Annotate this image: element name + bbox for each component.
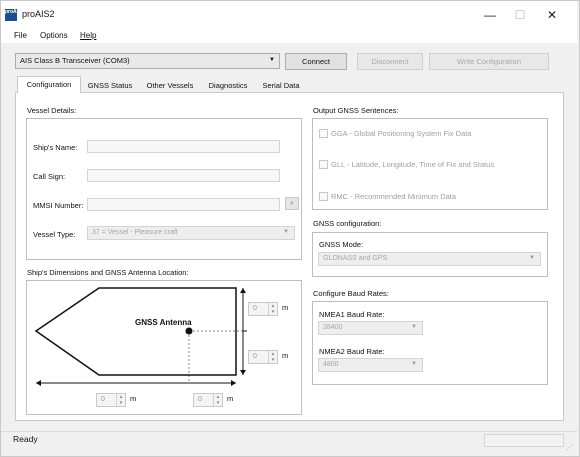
spinner-arrows-icon[interactable]: ▲ ▼ <box>116 394 125 406</box>
spinner-arrows-icon[interactable]: ▲ ▼ <box>268 303 277 315</box>
menu-file[interactable]: File <box>14 31 27 40</box>
baud-rates-title: Configure Baud Rates: <box>313 289 389 298</box>
dimension-bottom-left-spinner[interactable]: 0 ▲ ▼ <box>96 393 126 407</box>
chevron-down-icon: ▼ <box>529 255 535 261</box>
nmea1-baud-label: NMEA1 Baud Rate: <box>319 310 385 319</box>
chevron-down-icon: ▼ <box>269 57 275 63</box>
dimensions-title: Ship's Dimensions and GNSS Antenna Locat… <box>27 268 189 277</box>
maximize-button[interactable]: ☐ <box>505 5 535 25</box>
unit-label: m <box>282 351 289 360</box>
mmsi-number-label: MMSI Number: <box>33 201 84 210</box>
spinner-arrows-icon[interactable]: ▲ ▼ <box>213 394 222 406</box>
tab-other-vessels[interactable]: Other Vessels <box>140 78 200 92</box>
gnss-mode-value: GLONASS and GPS <box>323 255 388 262</box>
app-logo-icon: proAIS <box>5 9 21 21</box>
arrow-left-icon <box>36 380 41 386</box>
status-text: Ready <box>13 434 38 444</box>
output-gnss-title: Output GNSS Sentences: <box>313 106 399 115</box>
vessel-type-select[interactable]: 37 = Vessel - Pleasure craft ▼ <box>87 226 295 240</box>
spinner-value: 0 <box>253 353 257 360</box>
gnss-config-title: GNSS configuration: <box>313 219 382 228</box>
ship-outline-diagram <box>34 287 247 386</box>
call-sign-label: Call Sign: <box>33 172 66 181</box>
arrow-down-icon <box>240 370 246 375</box>
menu-options[interactable]: Options <box>40 31 68 40</box>
rmc-label: RMC - Recommended Minimum Data <box>331 192 457 201</box>
window-title: proAIS2 <box>22 9 55 19</box>
call-sign-input[interactable] <box>87 169 280 182</box>
mmsi-search-icon[interactable]: ⌕ <box>285 197 299 210</box>
connect-button[interactable]: Connect <box>285 53 347 70</box>
mmsi-number-input[interactable] <box>87 198 280 211</box>
vessel-type-value: 37 = Vessel - Pleasure craft <box>92 229 178 236</box>
nmea1-baud-select[interactable]: 38400 ▼ <box>318 321 423 335</box>
ship-hull-outline <box>34 287 237 376</box>
gnss-antenna-label: GNSS Antenna <box>135 318 192 327</box>
gnss-mode-select[interactable]: GLONASS and GPS ▼ <box>318 252 541 266</box>
device-select[interactable]: AIS Class B Transceiver (COM3) ▼ <box>15 53 280 69</box>
spinner-arrows-icon[interactable]: ▲ ▼ <box>268 351 277 363</box>
chevron-down-icon: ▼ <box>411 361 417 367</box>
tab-gnss-status[interactable]: GNSS Status <box>83 78 137 92</box>
nmea1-baud-value: 38400 <box>323 324 343 331</box>
disconnect-button[interactable]: Disconnect <box>357 53 423 70</box>
arrow-up-icon <box>240 288 246 293</box>
close-button[interactable]: ✕ <box>537 5 567 25</box>
gga-checkbox[interactable] <box>319 129 328 138</box>
dimension-top-right-spinner[interactable]: 0 ▲ ▼ <box>248 302 278 316</box>
chevron-down-icon: ▼ <box>411 324 417 330</box>
spinner-value: 0 <box>198 396 202 403</box>
gga-label: GGA - Global Positioning System Fix Data <box>331 129 472 138</box>
minimize-button[interactable]: — <box>475 5 505 25</box>
unit-label: m <box>130 394 137 403</box>
dimension-middle-right-spinner[interactable]: 0 ▲ ▼ <box>248 350 278 364</box>
ships-name-label: Ship's Name: <box>33 143 78 152</box>
tab-diagnostics[interactable]: Diagnostics <box>203 78 253 92</box>
tab-configuration[interactable]: Configuration <box>17 76 81 93</box>
nmea2-baud-label: NMEA2 Baud Rate: <box>319 347 385 356</box>
ships-name-input[interactable] <box>87 140 280 153</box>
vessel-type-label: Vessel Type: <box>33 230 76 239</box>
unit-label: m <box>282 303 289 312</box>
device-select-value: AIS Class B Transceiver (COM3) <box>20 56 130 65</box>
menu-help[interactable]: Help <box>80 31 96 40</box>
nmea2-baud-select[interactable]: 4800 ▼ <box>318 358 423 372</box>
gnss-mode-label: GNSS Mode: <box>319 240 364 249</box>
spinner-value: 0 <box>101 396 105 403</box>
write-configuration-button[interactable]: Write Configuration <box>429 53 549 70</box>
arrow-right-icon <box>231 380 236 386</box>
gnss-antenna-marker-icon <box>185 327 193 335</box>
vessel-details-title: Vessel Details: <box>27 106 77 115</box>
status-progress-bar <box>484 434 564 447</box>
spinner-value: 0 <box>253 305 257 312</box>
nmea2-baud-value: 4800 <box>323 361 339 368</box>
rmc-checkbox[interactable] <box>319 192 328 201</box>
gll-label: GLL - Latitude, Longitude, Time of Fix a… <box>331 160 495 169</box>
resize-grip-icon[interactable]: ⋰ <box>566 444 573 452</box>
tab-serial-data[interactable]: Serial Data <box>256 78 306 92</box>
dimension-bottom-right-spinner[interactable]: 0 ▲ ▼ <box>193 393 223 407</box>
gll-checkbox[interactable] <box>319 160 328 169</box>
unit-label: m <box>227 394 234 403</box>
chevron-down-icon: ▼ <box>283 229 289 235</box>
